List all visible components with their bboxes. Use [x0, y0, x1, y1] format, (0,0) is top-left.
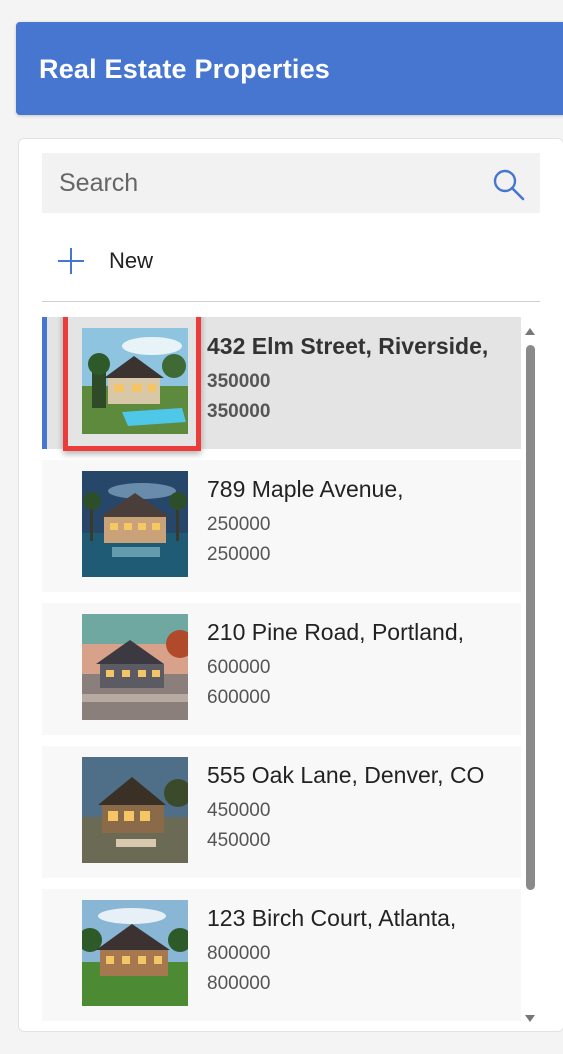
- property-price-secondary: 450000: [207, 830, 271, 851]
- property-price: 450000: [207, 800, 271, 821]
- property-price: 600000: [207, 657, 271, 678]
- property-price-secondary: 800000: [207, 973, 271, 994]
- app-header: Real Estate Properties: [16, 22, 563, 115]
- property-image: [82, 900, 188, 1006]
- scrollbar-thumb[interactable]: [526, 345, 535, 890]
- property-title: 432 Elm Street, Riverside,: [207, 333, 489, 359]
- list-item[interactable]: 555 Oak Lane, Denver, CO 450000 450000: [42, 746, 521, 878]
- list-item[interactable]: 123 Birch Court, Atlanta, 800000 800000: [42, 889, 521, 1021]
- property-title: 555 Oak Lane, Denver, CO: [207, 762, 485, 788]
- property-title: 210 Pine Road, Portland,: [207, 619, 465, 645]
- page-title: Real Estate Properties: [39, 54, 331, 84]
- property-title: 123 Birch Court, Atlanta,: [207, 905, 457, 931]
- search-icon[interactable]: [492, 168, 526, 202]
- property-list: 432 Elm Street, Riverside, 350000 350000: [42, 317, 521, 1027]
- scrollbar[interactable]: [523, 325, 537, 1025]
- list-item[interactable]: 432 Elm Street, Riverside, 350000 350000: [42, 317, 521, 451]
- property-price-secondary: 350000: [207, 401, 271, 422]
- list-item[interactable]: 210 Pine Road, Portland, 600000 600000: [42, 603, 521, 735]
- list-item[interactable]: 789 Maple Avenue, 250000 250000: [42, 460, 521, 592]
- scroll-up-arrow-icon[interactable]: [523, 325, 537, 339]
- property-image: [82, 757, 188, 863]
- new-button[interactable]: New: [57, 244, 177, 278]
- plus-icon: [58, 248, 84, 274]
- property-title: 789 Maple Avenue,: [207, 476, 404, 502]
- search-input[interactable]: [42, 153, 482, 213]
- gallery-panel: New: [18, 138, 563, 1032]
- new-button-label: New: [109, 248, 154, 273]
- property-price-secondary: 600000: [207, 687, 271, 708]
- selection-indicator: [42, 317, 47, 449]
- divider: [42, 301, 540, 302]
- search-box: [42, 153, 540, 213]
- property-price: 350000: [207, 371, 271, 392]
- property-image: [82, 471, 188, 577]
- property-price-secondary: 250000: [207, 544, 271, 565]
- scroll-down-arrow-icon[interactable]: [523, 1011, 537, 1025]
- property-price: 800000: [207, 943, 271, 964]
- highlight-box: [63, 317, 201, 451]
- property-price: 250000: [207, 514, 271, 535]
- property-image: [82, 614, 188, 720]
